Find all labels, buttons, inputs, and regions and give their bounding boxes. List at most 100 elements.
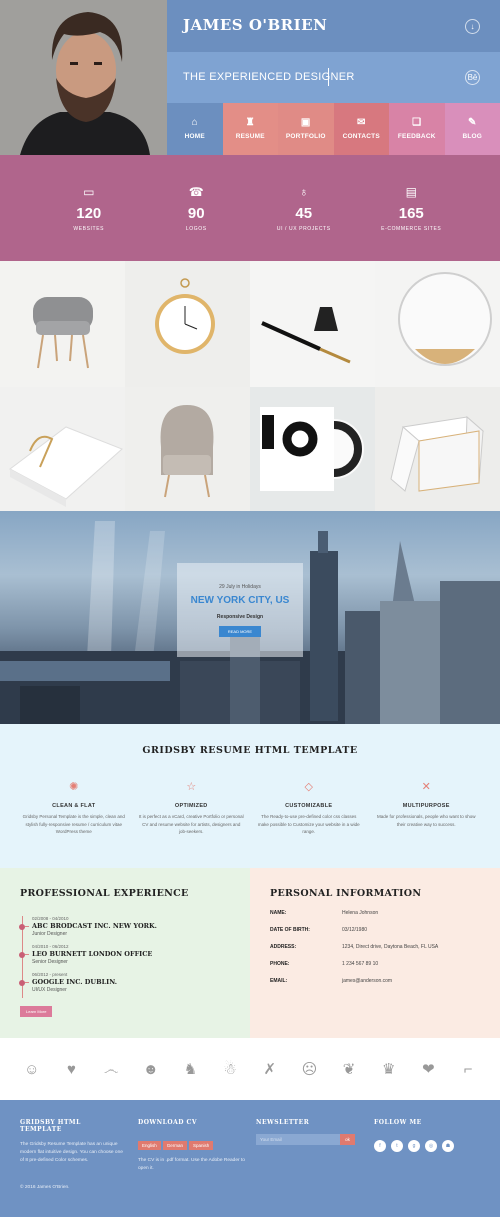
info-row: DATE OF BIRTH:03/12/1980 (270, 927, 480, 933)
footer-about-title: GRIDSBY HTML TEMPLATE (20, 1119, 125, 1133)
nav-item-feedback[interactable]: ❏FEEDBACK (389, 103, 445, 155)
stat-value: 120 (76, 205, 101, 222)
feature-item: ☆OPTIMIZEDIt is perfect as a vCard, crea… (133, 780, 251, 836)
nav-item-contacts[interactable]: ✉ CONTACTS (334, 103, 390, 155)
feature-desc: Made for professionals, people who want … (374, 813, 480, 828)
info-row: PHONE:1 234 567 89 10 (270, 961, 480, 967)
bulb-icon: ♁ (299, 185, 308, 199)
learn-more-button[interactable]: Learn More (20, 1006, 52, 1017)
footer-download-text: The CV is in .pdf format. Use the Adobe … (138, 1157, 248, 1173)
stat-value: 165 (399, 205, 424, 222)
newsletter-email-input[interactable]: Your Email (256, 1134, 340, 1145)
feature-item: ◇CUSTOMIZABLEThe Ready-to-use pre-define… (250, 780, 368, 836)
pipe-icon: ⌐ (457, 1058, 479, 1080)
language-buttons: EnglishGermanSpanish (138, 1134, 248, 1152)
timeline-date: 04/2010 - 06/2012 (32, 944, 222, 949)
info-panel: PERSONAL INFORMATION NAME:Helena Johnson… (250, 868, 500, 1038)
stat-item: ▭120WEBSITES (35, 155, 143, 261)
nav-item-home[interactable]: ⌂ HOME (167, 103, 223, 155)
timeline-role: UI/UX Designer (32, 987, 222, 993)
logo-icon: ☎ (189, 185, 204, 199)
tagline-bar: THE EXPERIENCED DESIGNER Bē (167, 52, 500, 103)
lips-icon: ❤ (417, 1058, 439, 1080)
post-subtitle: Responsive Design (177, 614, 303, 620)
newsletter-submit-button[interactable]: ok (340, 1134, 355, 1145)
timeline-company: GOOGLE INC. DUBLIN. (32, 978, 222, 986)
nav-label: BLOG (462, 133, 482, 140)
footer-social-title: FOLLOW ME (374, 1119, 484, 1126)
lang-button-spanish[interactable]: Spanish (189, 1141, 213, 1150)
portfolio-item-fountain-pen[interactable] (250, 261, 375, 387)
hipster-face-icon: ☹ (298, 1058, 320, 1080)
info-key: DATE OF BIRTH: (270, 927, 342, 933)
crossed-arrows-icon: ✗ (259, 1058, 281, 1080)
portfolio-item-pocket-watch[interactable] (125, 261, 250, 387)
stat-label: LOGOS (186, 226, 207, 232)
experience-timeline: 02/2008 - 04/2010ABC BRODCAST INC. NEW Y… (22, 916, 222, 1000)
stat-label: WEBSITES (73, 226, 104, 232)
info-key: PHONE: (270, 961, 342, 967)
tools-icon: ✕ (374, 780, 480, 794)
nav-label: PORTFOLIO (286, 133, 326, 140)
read-more-button[interactable]: READ MORE (219, 626, 261, 637)
footer-newsletter-title: NEWSLETTER (256, 1119, 366, 1126)
nav-label: RESUME (236, 133, 265, 140)
nav-item-blog[interactable]: ✎BLOG (445, 103, 500, 155)
nerd-face-icon: ☻ (140, 1058, 162, 1080)
footer-download-title: DOWNLOAD CV (138, 1119, 248, 1126)
feature-desc: The Ready-to-use pre-defined color css c… (256, 813, 362, 836)
text-cursor (328, 68, 329, 86)
stats-bar: ▭120WEBSITES☎90LOGOS♁45UI / UX PROJECTS▤… (0, 155, 500, 261)
info-value: 1234, Direct drive, Daytona Beach, FL US… (342, 944, 438, 950)
info-row: EMAIL:james@anderson.com (270, 978, 480, 984)
bearded-man-icon: ☃ (219, 1058, 241, 1080)
social-icon[interactable]: ◎ (425, 1140, 437, 1152)
social-icon[interactable]: g (408, 1140, 420, 1152)
download-button[interactable]: ↓ (445, 0, 500, 52)
nav-label: CONTACTS (343, 133, 380, 140)
nav-label: HOME (185, 133, 205, 140)
portfolio-item-armchair[interactable] (0, 261, 125, 387)
features-section: GRIDSBY RESUME HTML TEMPLATE ✺CLEAN & FL… (0, 724, 500, 868)
featured-post-card: 29 July in Holidays NEW YORK CITY, US Re… (177, 563, 303, 657)
footer-about-text: The Gridsby Resume Template has an uniqu… (20, 1141, 125, 1164)
social-links: ftg ◎ ☗ (374, 1134, 484, 1152)
info-row: ADDRESS:1234, Direct drive, Daytona Beac… (270, 944, 480, 950)
stat-item: ▤165E-COMMERCE SITES (358, 155, 466, 261)
timeline-dash (25, 926, 29, 927)
social-icon[interactable]: ☗ (442, 1140, 454, 1152)
timeline-item: 04/2010 - 06/2012LEO BURNETT LONDON OFFI… (22, 944, 222, 965)
arrow-down-icon: ↓ (465, 19, 480, 34)
behance-icon: Bē (465, 70, 480, 85)
mustache-icon: ෴ (100, 1058, 122, 1080)
features-list: ✺CLEAN & FLATGridsby Personal Template i… (0, 780, 500, 836)
stat-item: ☎90LOGOS (143, 155, 251, 261)
social-icon[interactable]: f (374, 1140, 386, 1152)
portfolio-item-vinyl-cover[interactable] (250, 387, 375, 511)
nav-item-portfolio[interactable]: ▣PORTFOLIO (278, 103, 334, 155)
post-meta: 29 July in Holidays (177, 584, 303, 590)
info-value: 03/12/1980 (342, 927, 367, 933)
stat-item: ♁45UI / UX PROJECTS (250, 155, 358, 261)
portfolio-item-lounge-chair[interactable] (125, 387, 250, 511)
lang-button-german[interactable]: German (163, 1141, 187, 1150)
portfolio-item-round-mirror[interactable] (375, 261, 500, 387)
home-icon: ⌂ (192, 118, 198, 128)
lang-button-english[interactable]: English (138, 1141, 161, 1150)
smiley-badge-icon: ☺ (21, 1058, 43, 1080)
portfolio-item-book[interactable] (0, 387, 125, 511)
timeline-company: LEO BURNETT LONDON OFFICE (32, 950, 222, 958)
nav-item-resume[interactable]: ♜RESUME (223, 103, 279, 155)
sparkle-icon: ✺ (21, 780, 127, 794)
footer-newsletter: NEWSLETTER Your Email ok (256, 1119, 366, 1145)
behance-button[interactable]: Bē (445, 52, 500, 103)
site-title: JAMES O'BRIEN (183, 16, 327, 34)
portfolio-item-stool[interactable] (375, 387, 500, 511)
stat-value: 45 (295, 205, 312, 222)
info-title: PERSONAL INFORMATION (270, 888, 480, 899)
social-icon[interactable]: t (391, 1140, 403, 1152)
info-value: james@anderson.com (342, 978, 392, 984)
contacts-icon: ✉ (357, 118, 366, 128)
feature-item: ✺CLEAN & FLATGridsby Personal Template i… (15, 780, 133, 836)
post-title[interactable]: NEW YORK CITY, US (177, 595, 303, 606)
